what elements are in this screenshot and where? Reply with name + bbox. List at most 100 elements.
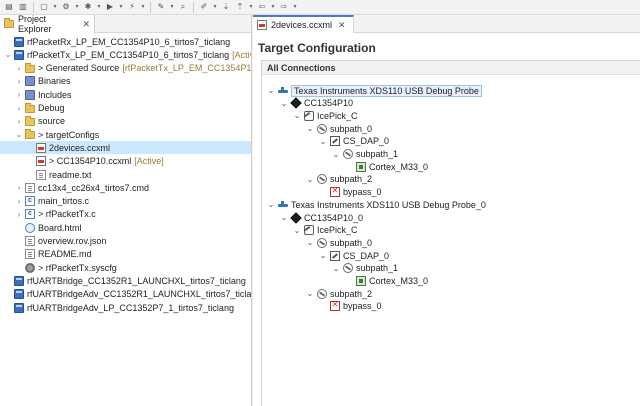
save-icon[interactable]: ▤ (4, 2, 14, 12)
router-icon (304, 225, 314, 236)
prev-annotation-icon[interactable]: ⇡ (235, 2, 245, 12)
chevron-down-icon[interactable]: ⌄ (306, 175, 314, 184)
tree-item[interactable]: 2devices.ccxml (0, 141, 251, 155)
build-icon[interactable]: ⚙ (61, 2, 71, 12)
connection-node[interactable]: ⌄ Texas Instruments XDS110 USB Debug Prob… (267, 84, 482, 97)
chevron-down-icon[interactable]: ▾ (212, 2, 218, 12)
tree-item[interactable]: › Includes (0, 88, 251, 101)
connection-node[interactable]: bypass_0 (319, 186, 382, 199)
chevron-down-icon[interactable]: ⌄ (332, 264, 340, 273)
chevron-down-icon[interactable]: ⌄ (293, 111, 301, 120)
chevron-down-icon[interactable]: ⌄ (319, 251, 327, 260)
connection-node[interactable]: Cortex_M33_0 (345, 275, 428, 288)
connection-node[interactable]: ⌄ subpath_2 (306, 173, 372, 186)
tree-item[interactable]: › source (0, 115, 251, 128)
connection-node[interactable]: ⌄ CC1354P10_0 (280, 211, 363, 224)
chevron-down-icon[interactable]: ▾ (52, 2, 58, 12)
save-all-icon[interactable]: ▥ (18, 2, 28, 12)
close-icon[interactable]: ✕ (82, 19, 90, 30)
forward-icon[interactable]: ⇨ (279, 2, 289, 12)
tab-project-explorer[interactable]: Project Explorer ✕ (0, 15, 95, 34)
connection-node[interactable]: ⌄ subpath_2 (306, 287, 372, 300)
chevron-down-icon[interactable]: ▾ (169, 2, 175, 12)
chevron-down-icon[interactable]: ⌄ (319, 137, 327, 146)
chevron-down-icon[interactable]: ▾ (248, 2, 254, 12)
flash-icon[interactable]: ⚡ (127, 2, 137, 12)
connection-node[interactable]: ⌄ subpath_1 (332, 262, 398, 275)
next-annotation-icon[interactable]: ⇣ (221, 2, 231, 12)
chevron-right-icon[interactable]: › (15, 104, 23, 113)
tree-item[interactable]: › c > rfPacketTx.c (0, 208, 251, 221)
chevron-right-icon[interactable]: › (15, 77, 23, 86)
chevron-down-icon[interactable]: ⌄ (332, 150, 340, 159)
connection-node[interactable]: ⌄ CS_DAP_0 (319, 135, 389, 148)
chevron-down-icon[interactable]: ⌄ (306, 124, 314, 133)
run-icon[interactable]: ▶ (105, 2, 115, 12)
connection-node[interactable]: ⌄ subpath_0 (306, 122, 372, 135)
close-icon[interactable]: ✕ (338, 20, 346, 31)
tree-item[interactable]: › c main_tirtos.c (0, 195, 251, 208)
tree-item[interactable]: › Debug (0, 102, 251, 115)
tree-item[interactable]: > CC1354P10.ccxml [Active] (0, 155, 251, 168)
new-icon[interactable]: ▢ (39, 2, 49, 12)
project-item[interactable]: rfUARTBridgeAdv_CC1352R1_LAUNCHXL_tirtos… (0, 288, 251, 301)
chevron-down-icon[interactable]: ⌄ (280, 99, 288, 108)
connection-node[interactable]: ⌄ subpath_0 (306, 236, 372, 249)
tree-item[interactable]: › > Generated Source [rfPacketTx_LP_EM_CC1… (0, 62, 251, 75)
back-icon[interactable]: ⇦ (257, 2, 267, 12)
connection-node-label: bypass_0 (343, 187, 382, 198)
tree-item[interactable]: › Binaries (0, 75, 251, 88)
chevron-down-icon[interactable]: ⌄ (306, 289, 314, 298)
connection-node[interactable]: Cortex_M33_0 (345, 160, 428, 173)
tree-item[interactable]: ⌄ > targetConfigs (0, 128, 251, 141)
chevron-down-icon[interactable]: ▾ (292, 2, 298, 12)
tab-2devices-ccxml[interactable]: 2devices.ccxml ✕ (253, 15, 354, 33)
chevron-right-icon[interactable]: › (15, 90, 23, 99)
connection-node[interactable]: ⌄ CS_DAP_0 (319, 249, 389, 262)
chevron-right-icon[interactable]: › (15, 183, 23, 192)
project-item[interactable]: rfUARTBridge_CC1352R1_LAUNCHXL_tirtos7_t… (0, 274, 251, 287)
search-icon[interactable]: ⌕ (178, 2, 188, 12)
connection-node-label: subpath_1 (356, 149, 399, 159)
chevron-down-icon[interactable]: ⌄ (15, 130, 23, 139)
connection-node[interactable]: ⌄ IcePick_C (293, 224, 358, 237)
tree-item[interactable]: > rfPacketTx.syscfg (0, 261, 251, 274)
chevron-down-icon[interactable]: ▾ (96, 2, 102, 12)
project-item[interactable]: ⌄ rfPacketTx_LP_EM_CC1354P10_6_tirtos7_ti… (0, 48, 251, 61)
chevron-right-icon[interactable]: › (15, 117, 23, 126)
chevron-down-icon[interactable]: ⌄ (267, 200, 275, 209)
tree-item[interactable]: Board.html (0, 221, 251, 234)
chevron-right-icon[interactable]: › (15, 197, 23, 206)
chevron-down-icon[interactable]: ⌄ (280, 213, 288, 222)
chevron-down-icon[interactable]: ▾ (74, 2, 80, 12)
project-item[interactable]: rfUARTBridgeAdv_LP_CC1352P7_1_tirtos7_ti… (0, 301, 251, 314)
tree-item[interactable]: README.md (0, 248, 251, 261)
chevron-right-icon[interactable]: › (15, 64, 23, 73)
connection-node[interactable]: ⌄ CC1354P10 (280, 97, 353, 110)
chevron-down-icon[interactable]: ▾ (140, 2, 146, 12)
tree-item[interactable]: readme.txt (0, 168, 251, 181)
connection-node-label: subpath_2 (330, 174, 373, 185)
chevron-down-icon[interactable]: ⌄ (293, 226, 301, 235)
chevron-down-icon[interactable]: ⌄ (306, 238, 314, 247)
device-chip-icon (290, 211, 302, 224)
chevron-down-icon[interactable]: ⌄ (267, 86, 275, 95)
connection-node[interactable]: ⌄ IcePick_C (293, 109, 358, 122)
tree-item[interactable]: › cc13x4_cc26x4_tirtos7.cmd (0, 181, 251, 194)
project-item[interactable]: rfPacketRx_LP_EM_CC1354P10_6_tirtos7_tic… (0, 35, 251, 48)
chevron-down-icon[interactable]: ▾ (118, 2, 124, 12)
project-icon (14, 289, 24, 300)
chevron-down-icon[interactable]: ⌄ (4, 50, 12, 59)
connection-node[interactable]: bypass_0 (319, 300, 382, 313)
wrench-icon[interactable]: ✎ (156, 2, 166, 12)
connection-node[interactable]: ⌄ Texas Instruments XDS110 USB Debug Prob… (267, 198, 486, 211)
chevron-right-icon[interactable]: › (15, 210, 23, 219)
pin-icon[interactable]: ✐ (199, 2, 209, 12)
connection-node[interactable]: ⌄ subpath_1 (332, 148, 398, 161)
debug-icon[interactable]: ✱ (83, 2, 93, 12)
chevron-down-icon[interactable]: ▾ (270, 2, 276, 12)
tree-item[interactable]: overview.rov.json (0, 235, 251, 248)
